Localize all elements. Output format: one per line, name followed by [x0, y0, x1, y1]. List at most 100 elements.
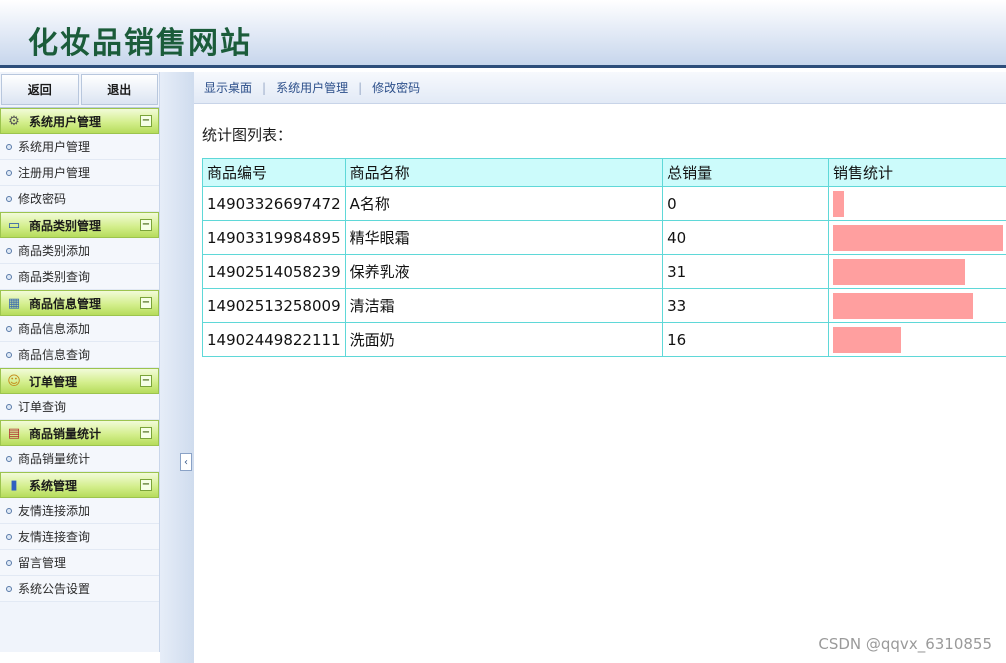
sidebar-item-label: 订单查询 [18, 400, 67, 414]
toolbar-separator: | [262, 80, 267, 95]
sidebar-item[interactable]: 注册用户管理 [0, 160, 159, 186]
sidebar-groups: ⚙ 系统用户管理 − 系统用户管理 注册用户管理 修改密码 ▭ 商品类别管理 − 商品类别添加 商品… [0, 108, 159, 602]
sales-bar [832, 224, 1003, 251]
sidebar-group-title: 系统管理 [29, 478, 78, 493]
sidebar-item-label: 商品类别查询 [18, 270, 91, 284]
sales-bar [832, 258, 965, 285]
cell-product-name: 洗面奶 [344, 322, 664, 357]
top-toolbar: 显示桌面 | 系统用户管理 | 修改密码 [194, 72, 1006, 104]
sidebar-item[interactable]: 系统用户管理 [0, 134, 159, 160]
table-row: 14903326697472 A名称 0 [202, 186, 1006, 221]
table-row: 14902449822111 洗面奶 16 [202, 322, 1006, 357]
cell-product-name: 清洁霜 [344, 288, 664, 323]
bullet-icon [6, 273, 12, 280]
app-header: 化妆品销售网站 [0, 0, 1006, 68]
sidebar-item-label: 留言管理 [18, 556, 67, 570]
toolbar-link-password[interactable]: 修改密码 [372, 79, 420, 96]
sidebar-group-header[interactable]: ▭ 商品类别管理 − [0, 212, 159, 238]
cell-sales-chart [827, 254, 1006, 289]
sidebar-item-label: 商品信息添加 [18, 322, 91, 336]
cell-sales-chart [827, 288, 1006, 323]
bar-chart-icon: ▮ [10, 477, 18, 493]
collapse-sidebar-icon[interactable]: ‹ [180, 453, 192, 471]
sales-bar [832, 292, 973, 319]
bullet-icon [6, 325, 12, 332]
bullet-icon [6, 585, 12, 592]
monitor-icon: ▭ [7, 217, 21, 233]
cell-product-id: 14902513258009 [202, 288, 346, 323]
back-button[interactable]: 返回 [1, 74, 79, 105]
sidebar-group-header[interactable]: ▤ 商品销量统计 − [0, 420, 159, 446]
sidebar-item-label: 系统用户管理 [18, 140, 91, 154]
table-row: 14902514058239 保养乳液 31 [202, 254, 1006, 289]
collapse-icon[interactable]: − [140, 219, 152, 231]
sidebar-item-label: 注册用户管理 [18, 166, 91, 180]
sidebar-item[interactable]: 商品信息添加 [0, 316, 159, 342]
sidebar-group-title: 商品信息管理 [29, 296, 102, 311]
sidebar-item[interactable]: 商品类别查询 [0, 264, 159, 290]
grid-icon: ▦ [7, 295, 21, 311]
sales-bar [832, 326, 901, 353]
collapse-icon[interactable]: − [140, 297, 152, 309]
bullet-icon [6, 533, 12, 540]
bullet-icon [6, 455, 12, 462]
table-row: 14902513258009 清洁霜 33 [202, 288, 1006, 323]
sidebar-buttons: 返回 退出 [0, 72, 159, 108]
sales-bar [832, 190, 844, 217]
sidebar-group-header[interactable]: ☺ 订单管理 − [0, 368, 159, 394]
cell-product-name: A名称 [344, 186, 664, 221]
column-header-id: 商品编号 [202, 158, 346, 187]
sidebar-item-label: 商品销量统计 [18, 452, 91, 466]
sidebar-item[interactable]: 订单查询 [0, 394, 159, 420]
collapse-icon[interactable]: − [140, 427, 152, 439]
sidebar-group-title: 订单管理 [29, 374, 78, 389]
watermark: CSDN @qqvx_6310855 [818, 635, 992, 653]
toolbar-separator: | [358, 80, 363, 95]
sidebar-item[interactable]: 系统公告设置 [0, 576, 159, 602]
sidebar-item[interactable]: 友情连接查询 [0, 524, 159, 550]
collapse-icon[interactable]: − [140, 115, 152, 127]
site-title: 化妆品销售网站 [28, 26, 252, 61]
cell-total-sales: 31 [662, 254, 829, 289]
sidebar-item-label: 商品信息查询 [18, 348, 91, 362]
sidebar-group-title: 系统用户管理 [29, 114, 102, 129]
calendar-icon: ▤ [7, 425, 21, 441]
bullet-icon [6, 507, 12, 514]
toolbar-link-desktop[interactable]: 显示桌面 [204, 79, 252, 96]
sidebar-item-label: 友情连接查询 [18, 530, 91, 544]
collapse-icon[interactable]: − [140, 375, 152, 387]
sidebar-item[interactable]: 留言管理 [0, 550, 159, 576]
toolbar-link-users[interactable]: 系统用户管理 [276, 79, 348, 96]
cell-total-sales: 16 [662, 322, 829, 357]
gear-icon: ⚙ [8, 113, 20, 129]
sidebar-group-title: 商品销量统计 [29, 426, 102, 441]
logout-button[interactable]: 退出 [80, 74, 158, 105]
sidebar-group-header[interactable]: ▮ 系统管理 − [0, 472, 159, 498]
collapse-icon[interactable]: − [140, 479, 152, 491]
table-header-row: 商品编号 商品名称 总销量 销售统计 [202, 158, 1006, 187]
sales-stats-table: 商品编号 商品名称 总销量 销售统计 14903326697472 A名称 0 149… [202, 158, 1006, 357]
bullet-icon [6, 403, 12, 410]
sidebar-item-label: 友情连接添加 [18, 504, 91, 518]
sidebar-item-label: 商品类别添加 [18, 244, 91, 258]
sidebar-group-title: 商品类别管理 [29, 218, 102, 233]
sidebar-item[interactable]: 商品信息查询 [0, 342, 159, 368]
sidebar-item-label: 系统公告设置 [18, 582, 91, 596]
table-row: 14903319984895 精华眼霜 40 [202, 220, 1006, 255]
sidebar-item[interactable]: 商品销量统计 [0, 446, 159, 472]
cell-total-sales: 0 [662, 186, 829, 221]
cell-total-sales: 33 [662, 288, 829, 323]
sidebar-splitter: ‹ [160, 72, 194, 663]
sidebar-group-header[interactable]: ▦ 商品信息管理 − [0, 290, 159, 316]
table-body: 14903326697472 A名称 0 14903319984895 精华眼霜 40 14… [202, 186, 1006, 357]
sidebar-group-header[interactable]: ⚙ 系统用户管理 − [0, 108, 159, 134]
bullet-icon [6, 351, 12, 358]
bullet-icon [6, 143, 12, 150]
sidebar-item-label: 修改密码 [18, 192, 67, 206]
cell-product-name: 精华眼霜 [344, 220, 664, 255]
cell-sales-chart [827, 186, 1006, 221]
sidebar-item[interactable]: 商品类别添加 [0, 238, 159, 264]
sidebar-item[interactable]: 修改密码 [0, 186, 159, 212]
sidebar-item[interactable]: 友情连接添加 [0, 498, 159, 524]
bullet-icon [6, 247, 12, 254]
